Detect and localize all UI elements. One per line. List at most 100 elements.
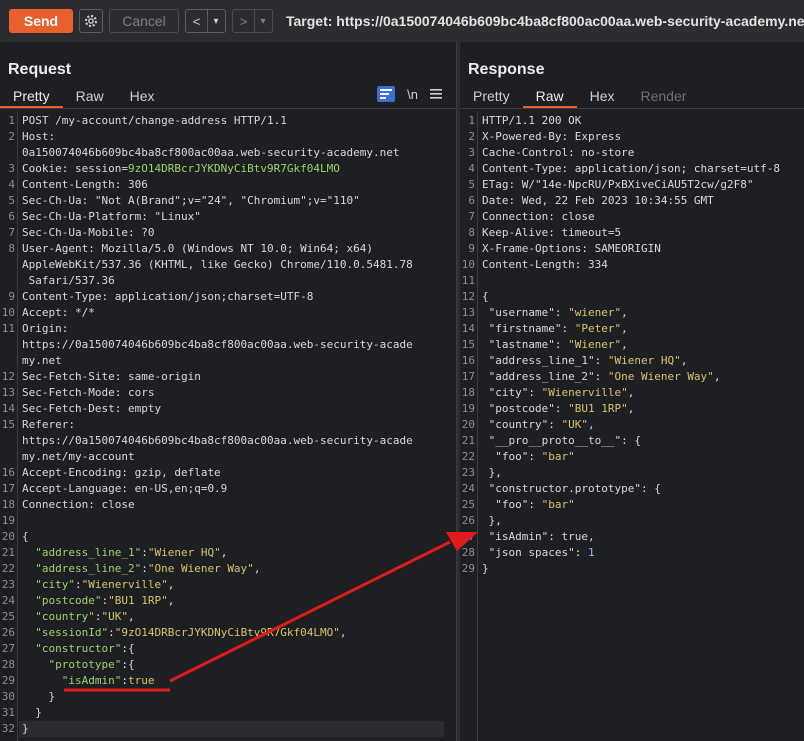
- line-text: Content-Length: 334: [482, 258, 608, 271]
- code-line: Safari/537.36: [0, 273, 456, 289]
- code-line: AppleWebKit/537.36 (KHTML, like Gecko) C…: [0, 257, 456, 273]
- response-pane: Response Pretty Raw Hex Render 1 HTTP/1.1 20…: [460, 42, 804, 741]
- code-line: 3 Cache-Control: no-store: [460, 145, 804, 161]
- line-number: 10: [461, 258, 475, 271]
- line-text: Sec-Fetch-Site: same-origin: [22, 370, 201, 383]
- send-button[interactable]: Send: [9, 9, 73, 33]
- forward-history-dropdown[interactable]: ▾: [254, 10, 271, 32]
- line-number: 25: [461, 498, 475, 511]
- line-text: "postcode": "BU1 1RP",: [488, 402, 635, 415]
- response-editor[interactable]: 1 HTTP/1.1 200 OK 2 X-Powered-By: Express 3 C…: [460, 111, 804, 741]
- line-number: 3: [8, 162, 15, 175]
- code-line: 16 "address_line_1": "Wiener HQ",: [460, 353, 804, 369]
- back-history-dropdown[interactable]: ▾: [207, 10, 224, 32]
- code-line: 1 HTTP/1.1 200 OK: [460, 113, 804, 129]
- wrap-lines-toggle[interactable]: [377, 86, 396, 102]
- request-tab-hex[interactable]: Hex: [117, 84, 168, 108]
- code-line: 7 Sec-Ch-Ua-Mobile: ?0: [0, 225, 456, 241]
- line-text: Sec-Fetch-Dest: empty: [22, 402, 162, 415]
- gear-icon: [85, 15, 97, 27]
- hamburger-icon: [430, 88, 442, 99]
- response-tab-pretty[interactable]: Pretty: [460, 84, 523, 108]
- line-text: AppleWebKit/537.36 (KHTML, like Gecko) C…: [22, 258, 413, 271]
- line-number: 32: [1, 722, 15, 735]
- code-line: 20 "country": "UK",: [460, 417, 804, 433]
- line-number: 11: [461, 274, 475, 287]
- code-line: 23 },: [460, 465, 804, 481]
- line-number: 3: [468, 146, 475, 159]
- code-line: 24 "postcode":"BU1 1RP",: [0, 593, 456, 609]
- code-line: 11 Origin:: [0, 321, 456, 337]
- cancel-button[interactable]: Cancel: [109, 9, 179, 33]
- line-number: 6: [8, 210, 15, 223]
- code-line: 0a150074046b609bc4ba8cf800ac00aa.web-sec…: [0, 145, 456, 161]
- code-line: 23 "city":"Wienerville",: [0, 577, 456, 593]
- line-number: 12: [461, 290, 475, 303]
- line-number: 5: [8, 194, 15, 207]
- newline-toggle[interactable]: \n: [407, 87, 418, 102]
- request-editor-tools: \n: [377, 86, 442, 102]
- line-text: https://0a150074046b609bc4ba8cf800ac00aa…: [22, 338, 413, 351]
- code-line: 29 "isAdmin":true: [0, 673, 456, 689]
- wrap-lines-icon: [380, 89, 393, 99]
- response-tab-underline: [460, 108, 804, 109]
- code-line: 14 "firstname": "Peter",: [460, 321, 804, 337]
- line-text: Connection: close: [22, 498, 135, 511]
- code-line: 11: [460, 273, 804, 289]
- line-number: 30: [1, 690, 15, 703]
- line-number: 19: [461, 402, 475, 415]
- line-text: "country":"UK",: [35, 610, 135, 623]
- request-editor[interactable]: 1 POST /my-account/change-address HTTP/1.…: [0, 111, 456, 741]
- line-text: {: [482, 290, 489, 303]
- line-text: }: [482, 562, 489, 575]
- code-line: 6 Date: Wed, 22 Feb 2023 10:34:55 GMT: [460, 193, 804, 209]
- line-text: Content-Length: 306: [22, 178, 148, 191]
- code-line: 13 "username": "wiener",: [460, 305, 804, 321]
- line-number: 2: [8, 130, 15, 143]
- settings-button[interactable]: [79, 9, 103, 33]
- line-text: "firstname": "Peter",: [488, 322, 628, 335]
- line-number: 1: [8, 114, 15, 127]
- line-text: Sec-Ch-Ua-Platform: "Linux": [22, 210, 201, 223]
- request-tab-underline: [0, 108, 456, 109]
- code-line: 27 "constructor":{: [0, 641, 456, 657]
- code-line: 21 "address_line_1":"Wiener HQ",: [0, 545, 456, 561]
- response-title: Response: [468, 61, 545, 78]
- menu-button[interactable]: [430, 87, 442, 102]
- back-button[interactable]: <: [186, 10, 207, 32]
- code-line: 26 },: [460, 513, 804, 529]
- request-tab-raw[interactable]: Raw: [63, 84, 117, 108]
- line-number: 22: [461, 450, 475, 463]
- response-tab-render[interactable]: Render: [628, 84, 700, 108]
- line-text: },: [482, 466, 502, 479]
- forward-button[interactable]: >: [233, 10, 254, 32]
- line-number: 18: [1, 498, 15, 511]
- line-text: "sessionId":"9zO14DRBcrJYKDNyCiBtv9R7Gkf…: [35, 626, 347, 639]
- code-line: 24 "constructor.prototype": {: [460, 481, 804, 497]
- line-text: User-Agent: Mozilla/5.0 (Windows NT 10.0…: [22, 242, 374, 255]
- line-number: 23: [461, 466, 475, 479]
- response-tab-raw[interactable]: Raw: [522, 84, 577, 108]
- response-tab-hex[interactable]: Hex: [577, 84, 628, 108]
- request-title: Request: [8, 61, 72, 78]
- code-line: 16 Accept-Encoding: gzip, deflate: [0, 465, 456, 481]
- code-line: 17 Accept-Language: en-US,en;q=0.9: [0, 481, 456, 497]
- target-url[interactable]: Target: https://0a150074046b609bc4ba8cf8…: [286, 13, 804, 29]
- code-line: 20 {: [0, 529, 456, 545]
- line-text: Sec-Fetch-Mode: cors: [22, 386, 155, 399]
- line-text: "constructor.prototype": {: [488, 482, 661, 495]
- line-number: 16: [1, 466, 15, 479]
- line-number: 11: [1, 322, 15, 335]
- line-text: my.net/my-account: [22, 450, 135, 463]
- line-text: "address_line_2":"One Wiener Way",: [35, 562, 261, 575]
- code-line: 26 "sessionId":"9zO14DRBcrJYKDNyCiBtv9R7…: [0, 625, 456, 641]
- line-number: 10: [1, 306, 15, 319]
- request-tab-pretty[interactable]: Pretty: [0, 84, 63, 108]
- code-line: 19: [0, 513, 456, 529]
- code-line: 12 {: [460, 289, 804, 305]
- line-number: 9: [8, 290, 15, 303]
- line-text: POST /my-account/change-address HTTP/1.1: [22, 114, 287, 127]
- line-text: 0a150074046b609bc4ba8cf800ac00aa.web-sec…: [22, 146, 400, 159]
- code-line: 2 Host:: [0, 129, 456, 145]
- line-number: 12: [1, 370, 15, 383]
